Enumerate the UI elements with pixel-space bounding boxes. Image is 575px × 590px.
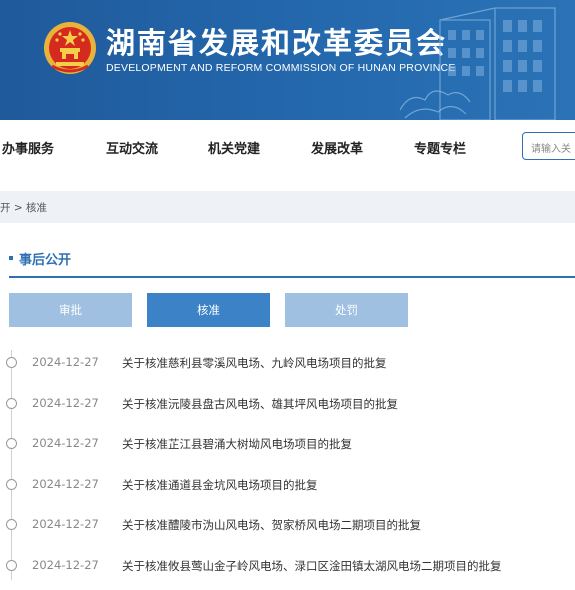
item-title-link[interactable]: 关于核准慈利县零溪风电场、九岭风电场项目的批复: [122, 355, 387, 371]
item-title-link[interactable]: 关于核准芷江县碧涌大树坳风电场项目的批复: [122, 436, 352, 452]
item-date: 2024-12-27: [32, 558, 99, 572]
nav-item-services[interactable]: 办事服务: [2, 138, 54, 157]
item-date: 2024-12-27: [32, 477, 99, 491]
national-emblem-icon: [44, 22, 96, 74]
breadcrumb-bar: 开 > 核准: [0, 191, 575, 223]
section-divider: [9, 276, 575, 278]
tab-penalty[interactable]: 处罚: [285, 293, 408, 327]
nav-item-interaction[interactable]: 互动交流: [106, 138, 158, 157]
bullet-circle-icon: [6, 519, 17, 530]
item-title-link[interactable]: 关于核准攸县莺山金子岭风电场、渌口区淦田镇太湖风电场二期项目的批复: [122, 558, 502, 574]
list-item: 2024-12-27 关于核准醴陵市沩山风电场、贺家桥风电场二期项目的批复: [0, 514, 575, 544]
bullet-circle-icon: [6, 560, 17, 571]
list-item: 2024-12-27 关于核准慈利县零溪风电场、九岭风电场项目的批复: [0, 352, 575, 382]
item-title-link[interactable]: 关于核准通道县金坑风电场项目的批复: [122, 477, 318, 493]
item-date: 2024-12-27: [32, 436, 99, 450]
section-bullet: [9, 256, 13, 260]
site-header: 湖南省发展和改革委员会 DEVELOPMENT AND REFORM COMMI…: [0, 0, 575, 120]
section-title: 事后公开: [19, 253, 72, 268]
search-input[interactable]: 请输入关: [522, 132, 575, 160]
main-nav: 办事服务 互动交流 机关党建 发展改革 专题专栏: [0, 120, 575, 172]
breadcrumb[interactable]: 开 > 核准: [0, 200, 47, 215]
nav-item-reform[interactable]: 发展改革: [311, 138, 363, 157]
list-item: 2024-12-27 关于核准沅陵县盘古风电场、雄其坪风电场项目的批复: [0, 393, 575, 423]
site-title[interactable]: 湖南省发展和改革委员会: [106, 20, 447, 62]
item-date: 2024-12-27: [32, 396, 99, 410]
bullet-circle-icon: [6, 438, 17, 449]
timeline-line: [11, 350, 12, 580]
list-item: 2024-12-27 关于核准通道县金坑风电场项目的批复: [0, 474, 575, 504]
item-title-link[interactable]: 关于核准醴陵市沩山风电场、贺家桥风电场二期项目的批复: [122, 517, 421, 533]
item-date: 2024-12-27: [32, 355, 99, 369]
nav-item-party[interactable]: 机关党建: [208, 138, 260, 157]
list-item: 2024-12-27 关于核准攸县莺山金子岭风电场、渌口区淦田镇太湖风电场二期项…: [0, 555, 575, 585]
bullet-circle-icon: [6, 398, 17, 409]
list-item: 2024-12-27 关于核准芷江县碧涌大树坳风电场项目的批复: [0, 433, 575, 463]
bullet-circle-icon: [6, 357, 17, 368]
nav-item-topics[interactable]: 专题专栏: [414, 138, 466, 157]
tab-verification[interactable]: 核准: [147, 293, 270, 327]
tab-approval[interactable]: 审批: [9, 293, 132, 327]
building-graphic: [400, 7, 556, 120]
item-title-link[interactable]: 关于核准沅陵县盘古风电场、雄其坪风电场项目的批复: [122, 396, 398, 412]
bullet-circle-icon: [6, 479, 17, 490]
item-date: 2024-12-27: [32, 517, 99, 531]
